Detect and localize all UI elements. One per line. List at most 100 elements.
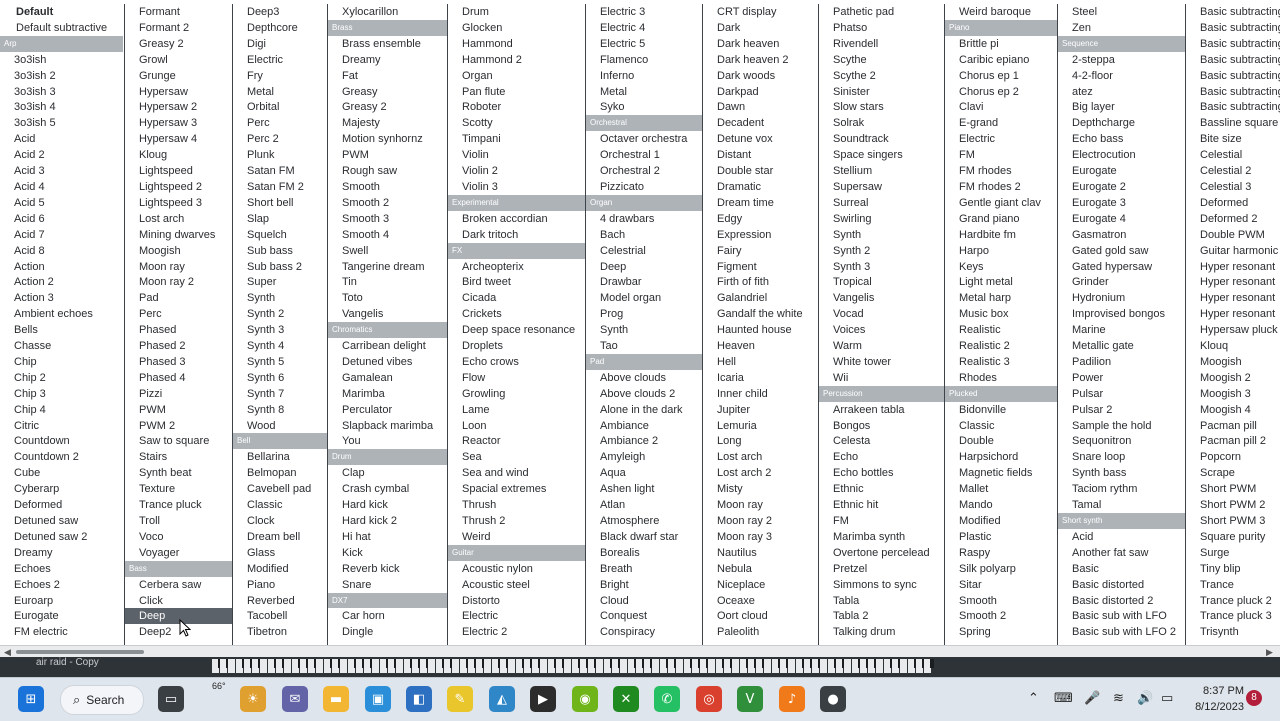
preset-item[interactable]: Keys xyxy=(945,259,1057,275)
preset-item[interactable]: 4 drawbars xyxy=(586,211,702,227)
preset-item[interactable]: Celestial 3 xyxy=(1186,179,1280,195)
white-key[interactable] xyxy=(284,659,291,673)
preset-item[interactable]: Piano xyxy=(233,577,327,593)
preset-item[interactable]: Basic distorted xyxy=(1058,577,1185,593)
media-player-icon[interactable]: ▶ xyxy=(530,686,556,712)
white-key[interactable] xyxy=(764,659,771,673)
preset-item[interactable]: Distorto xyxy=(448,593,585,609)
preset-item[interactable]: Atmosphere xyxy=(586,513,702,529)
preset-item[interactable]: Digi xyxy=(233,36,327,52)
preset-item[interactable]: Taciom rythm xyxy=(1058,481,1185,497)
preset-item[interactable]: Octaver orchestra xyxy=(586,131,702,147)
preset-item[interactable]: Acid xyxy=(0,131,123,147)
preset-item[interactable]: Hard kick 2 xyxy=(328,513,447,529)
preset-item[interactable]: Basic subtracting xyxy=(1186,36,1280,52)
preset-item[interactable]: Brittle pi xyxy=(945,36,1057,52)
preset-item[interactable]: Formant xyxy=(125,4,232,20)
preset-item[interactable]: Ambiance 2 xyxy=(586,433,702,449)
preset-item[interactable]: Ethnic hit xyxy=(819,497,944,513)
preset-item[interactable]: Lightspeed 3 xyxy=(125,195,232,211)
preset-item[interactable]: Slow stars xyxy=(819,99,944,115)
preset-item[interactable]: Cavebell pad xyxy=(233,481,327,497)
preset-item[interactable]: Droplets xyxy=(448,338,585,354)
preset-item[interactable]: Orbital xyxy=(233,99,327,115)
preset-item[interactable]: Kloug xyxy=(125,147,232,163)
preset-item[interactable]: Acoustic nylon xyxy=(448,561,585,577)
preset-item[interactable]: Smooth 3 xyxy=(328,211,447,227)
preset-item[interactable]: Galandriel xyxy=(703,290,818,306)
xbox-icon[interactable]: ✕ xyxy=(613,686,639,712)
microphone-icon[interactable]: 🎤 xyxy=(1084,691,1100,706)
preset-item[interactable]: Violin 2 xyxy=(448,163,585,179)
preset-item[interactable]: Dream bell xyxy=(233,529,327,545)
preset-item[interactable]: Trisynth xyxy=(1186,624,1280,640)
preset-item[interactable]: Hyper resonant xyxy=(1186,306,1280,322)
preset-item[interactable]: Bach xyxy=(586,227,702,243)
preset-item[interactable]: Bite size xyxy=(1186,131,1280,147)
preset-item[interactable]: Voyager xyxy=(125,545,232,561)
white-key[interactable] xyxy=(564,659,571,673)
preset-item[interactable]: Pulsar xyxy=(1058,386,1185,402)
preset-item[interactable]: Hell xyxy=(703,354,818,370)
preset-item[interactable]: Echo crows xyxy=(448,354,585,370)
preset-item[interactable]: You xyxy=(328,433,447,449)
preset-item[interactable]: Synth 3 xyxy=(819,259,944,275)
preset-item[interactable]: Snare loop xyxy=(1058,449,1185,465)
preset-item[interactable]: Bells xyxy=(0,322,123,338)
preset-item[interactable]: Echo xyxy=(819,449,944,465)
preset-item[interactable]: Basic xyxy=(1058,561,1185,577)
preset-item[interactable]: Deformed xyxy=(1186,195,1280,211)
preset-item[interactable]: Greasy 2 xyxy=(125,36,232,52)
preset-item[interactable]: Basic sub with LFO 2 xyxy=(1058,624,1185,640)
preset-item[interactable]: Acid 6 xyxy=(0,211,123,227)
preset-item[interactable]: Chip xyxy=(0,354,123,370)
preset-item[interactable]: Short PWM 3 xyxy=(1186,513,1280,529)
white-key[interactable] xyxy=(484,659,491,673)
chat-icon[interactable]: ✉ xyxy=(282,686,308,712)
preset-item[interactable]: Celestial 2 xyxy=(1186,163,1280,179)
preset-item[interactable]: PWM xyxy=(125,402,232,418)
preset-item[interactable]: Nautilus xyxy=(703,545,818,561)
preset-item[interactable]: Fairy xyxy=(703,243,818,259)
preset-item[interactable]: Orchestral 2 xyxy=(586,163,702,179)
preset-item[interactable]: Cicada xyxy=(448,290,585,306)
preset-item[interactable]: Borealis xyxy=(586,545,702,561)
preset-item[interactable]: Scythe xyxy=(819,52,944,68)
preset-item[interactable]: Basic subtracting xyxy=(1186,4,1280,20)
preset-item[interactable]: Organ xyxy=(448,68,585,84)
preset-item[interactable]: Voco xyxy=(125,529,232,545)
wifi-icon[interactable]: ≋ xyxy=(1113,691,1124,706)
preset-item[interactable]: Hammond xyxy=(448,36,585,52)
preset-item[interactable]: Surreal xyxy=(819,195,944,211)
preset-item[interactable]: Acid 8 xyxy=(0,243,123,259)
white-key[interactable] xyxy=(596,659,603,673)
preset-item[interactable]: Metal xyxy=(586,84,702,100)
start-icon[interactable]: ⊞ xyxy=(18,686,44,712)
preset-item[interactable]: Sample the hold xyxy=(1058,418,1185,434)
preset-item[interactable]: Classic xyxy=(233,497,327,513)
preset-item[interactable]: Rhodes xyxy=(945,370,1057,386)
preset-item[interactable]: Weird baroque xyxy=(945,4,1057,20)
preset-item[interactable]: Acid 2 xyxy=(0,147,123,163)
preset-item[interactable]: Synth 6 xyxy=(233,370,327,386)
preset-item[interactable]: Greasy xyxy=(328,84,447,100)
preset-item[interactable]: Spring xyxy=(945,624,1057,640)
preset-item[interactable]: Sea xyxy=(448,449,585,465)
preset-item[interactable]: Troll xyxy=(125,513,232,529)
preset-item[interactable]: Slap xyxy=(233,211,327,227)
preset-item[interactable]: Cyberarp xyxy=(0,481,123,497)
store-icon[interactable]: ◧ xyxy=(406,686,432,712)
preset-item[interactable]: Synth 2 xyxy=(819,243,944,259)
white-key[interactable] xyxy=(676,659,683,673)
preset-item[interactable]: Nebula xyxy=(703,561,818,577)
preset-item[interactable]: Aqua xyxy=(586,465,702,481)
whatsapp-icon[interactable]: ✆ xyxy=(654,686,680,712)
preset-item[interactable]: Synth 3 xyxy=(233,322,327,338)
preset-item[interactable]: 3o3ish 4 xyxy=(0,99,123,115)
preset-item[interactable]: Eurogate 2 xyxy=(1058,179,1185,195)
preset-item[interactable]: Hypersaw pluck xyxy=(1186,322,1280,338)
preset-item[interactable]: Marine xyxy=(1058,322,1185,338)
preset-item[interactable]: Hydronium xyxy=(1058,290,1185,306)
preset-item[interactable]: Scrape xyxy=(1186,465,1280,481)
preset-item[interactable]: Tibetron xyxy=(233,624,327,640)
